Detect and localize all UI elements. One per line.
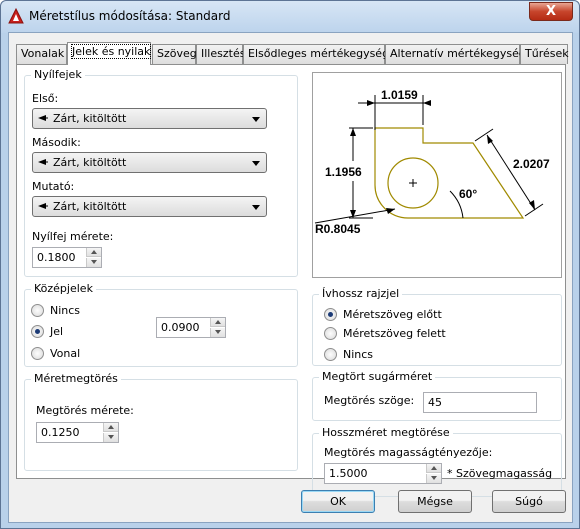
- autocad-app-icon: [8, 8, 24, 24]
- closed-filled-arrow-icon: [38, 159, 48, 165]
- jog-angle-input[interactable]: 45: [423, 392, 537, 413]
- dialog-client-area: Vonalak Jelek és nyilak Szöveg Illesztés…: [8, 32, 573, 523]
- dimension-preview: 1.0159 1.1956 2.0207 60° R0.8045: [312, 72, 562, 278]
- tab-jelek-es-nyilak[interactable]: Jelek és nyilak: [67, 42, 152, 65]
- radio-indicator: [31, 304, 44, 317]
- jog-height-factor-value: 1.5000: [329, 467, 368, 480]
- first-arrow-combo[interactable]: Zárt, kitöltött: [32, 108, 267, 129]
- ok-button-label: OK: [330, 495, 346, 508]
- jog-height-suffix: * Szövegmagasság: [447, 467, 553, 480]
- spin-up-button[interactable]: [426, 464, 441, 473]
- tab-label: Szöveg: [157, 47, 197, 60]
- jog-height-factor-spinner[interactable]: 1.5000: [324, 463, 442, 484]
- linear-jog-group: Hosszméret megtörése Megtörés magasságté…: [312, 426, 562, 497]
- cancel-button-label: Mégse: [417, 495, 453, 508]
- radio-indicator: [31, 325, 44, 338]
- arc-length-group-title: Ívhossz rajzjel: [319, 287, 403, 300]
- radio-label: Vonal: [50, 347, 81, 360]
- leader-arrow-value: Zárt, kitöltött: [53, 200, 127, 213]
- spin-down-button[interactable]: [86, 258, 101, 267]
- second-arrow-label: Második:: [32, 136, 81, 149]
- spin-down-button[interactable]: [103, 433, 118, 442]
- tab-label: Illesztés: [201, 47, 246, 60]
- radio-indicator: [324, 308, 337, 321]
- preview-dim-right: 2.0207: [513, 157, 550, 171]
- tab-szoveg[interactable]: Szöveg: [152, 44, 197, 64]
- preview-drawing: 1.0159 1.1956 2.0207 60° R0.8045: [314, 88, 550, 236]
- tab-luresek[interactable]: Tűrések: [520, 44, 569, 64]
- arrowheads-group-title: Nyílfejek: [31, 68, 85, 81]
- second-arrow-combo[interactable]: Zárt, kitöltött: [32, 152, 267, 173]
- arrow-size-label: Nyílfej mérete:: [32, 230, 114, 243]
- closed-filled-arrow-icon: [38, 203, 48, 209]
- center-mark-size-spinner[interactable]: 0.0900: [156, 317, 226, 338]
- radio-indicator: [31, 347, 44, 360]
- first-arrow-value: Zárt, kitöltött: [53, 112, 127, 125]
- preview-dim-top: 1.0159: [381, 88, 418, 102]
- tab-label: Alternatív mértékegységek: [390, 47, 540, 60]
- center-marks-group: Középjelek Nincs Jel Vonal 0.0900: [24, 282, 298, 367]
- jog-height-factor-label: Megtörés magasságtényezője:: [324, 446, 493, 459]
- arc-length-group: Ívhossz rajzjel Méretszöveg előtt Mérets…: [312, 287, 562, 366]
- tab-label: Vonalak: [21, 47, 65, 60]
- leader-arrow-combo[interactable]: Zárt, kitöltött: [32, 196, 267, 217]
- radio-indicator: [324, 327, 337, 340]
- preview-angle: 60°: [459, 187, 477, 201]
- dimension-break-group-title: Méretmegtörés: [31, 372, 121, 385]
- spin-down-button[interactable]: [426, 474, 441, 483]
- window-title: Méretstílus módosítása: Standard: [29, 9, 231, 23]
- tab-label: Elsődleges mértékegységek: [248, 47, 403, 60]
- leader-arrow-label: Mutató:: [32, 180, 75, 193]
- radio-indicator: [324, 348, 337, 361]
- radio-label: Méretszöveg előtt: [343, 308, 442, 321]
- radio-label: Nincs: [343, 348, 374, 361]
- close-icon: X: [545, 4, 557, 19]
- help-button[interactable]: Súgó: [492, 490, 566, 513]
- jog-angle-label: Megtörés szöge:: [324, 394, 415, 407]
- arrowheads-group: Nyílfejek Első: Zárt, kitöltött Második:…: [24, 68, 298, 277]
- chevron-down-icon: [252, 161, 260, 166]
- close-button[interactable]: X: [529, 2, 573, 21]
- title-bar[interactable]: Méretstílus módosítása: Standard X: [1, 1, 579, 33]
- closed-filled-arrow-icon: [38, 115, 48, 121]
- center-marks-group-title: Középjelek: [31, 282, 96, 295]
- radio-label: Méretszöveg felett: [343, 327, 446, 340]
- tab-elsodleges-mertekegysegek[interactable]: Elsődleges mértékegységek: [243, 44, 402, 64]
- radio-label: Jel: [50, 325, 64, 338]
- help-button-label: Súgó: [515, 495, 543, 508]
- radius-jog-group: Megtört sugárméret Megtörés szöge: 45: [312, 370, 562, 421]
- tab-label: Tűrések: [525, 47, 569, 60]
- center-mark-size-value: 0.0900: [161, 321, 200, 334]
- tab-panel: Nyílfejek Első: Zárt, kitöltött Második:…: [16, 64, 566, 497]
- tab-alternativ-mertekegysegek[interactable]: Alternatív mértékegységek: [385, 44, 539, 64]
- arrow-size-spinner[interactable]: 0.1800: [32, 247, 102, 268]
- tab-vonalak[interactable]: Vonalak: [16, 44, 67, 64]
- spin-up-button[interactable]: [86, 248, 101, 257]
- chevron-down-icon: [252, 117, 260, 122]
- dialog-window: Méretstílus módosítása: Standard X Vonal…: [0, 0, 580, 529]
- radius-jog-group-title: Megtört sugárméret: [319, 370, 436, 383]
- ok-button[interactable]: OK: [301, 490, 375, 513]
- break-size-value: 0.1250: [41, 426, 80, 439]
- second-arrow-value: Zárt, kitöltött: [53, 156, 127, 169]
- break-size-label: Megtörés mérete:: [36, 404, 134, 417]
- break-size-spinner[interactable]: 0.1250: [36, 422, 119, 443]
- radio-label: Nincs: [50, 304, 81, 317]
- spin-up-button[interactable]: [210, 318, 225, 327]
- jog-angle-value: 45: [428, 396, 442, 409]
- tab-label: Jelek és nyilak: [70, 44, 152, 59]
- arrow-size-value: 0.1800: [37, 251, 76, 264]
- tab-illesztes[interactable]: Illesztés: [196, 44, 246, 64]
- spin-down-button[interactable]: [210, 328, 225, 337]
- preview-dim-left: 1.1956: [325, 165, 362, 179]
- cancel-button[interactable]: Mégse: [398, 490, 472, 513]
- preview-radius: R0.8045: [315, 222, 361, 236]
- preview-part-outline: [374, 127, 525, 219]
- first-arrow-label: Első:: [32, 92, 59, 105]
- chevron-down-icon: [252, 205, 260, 210]
- dimension-break-group: Méretmegtörés Megtörés mérete: 0.1250: [24, 372, 298, 471]
- spin-up-button[interactable]: [103, 423, 118, 432]
- linear-jog-group-title: Hosszméret megtörése: [319, 426, 453, 439]
